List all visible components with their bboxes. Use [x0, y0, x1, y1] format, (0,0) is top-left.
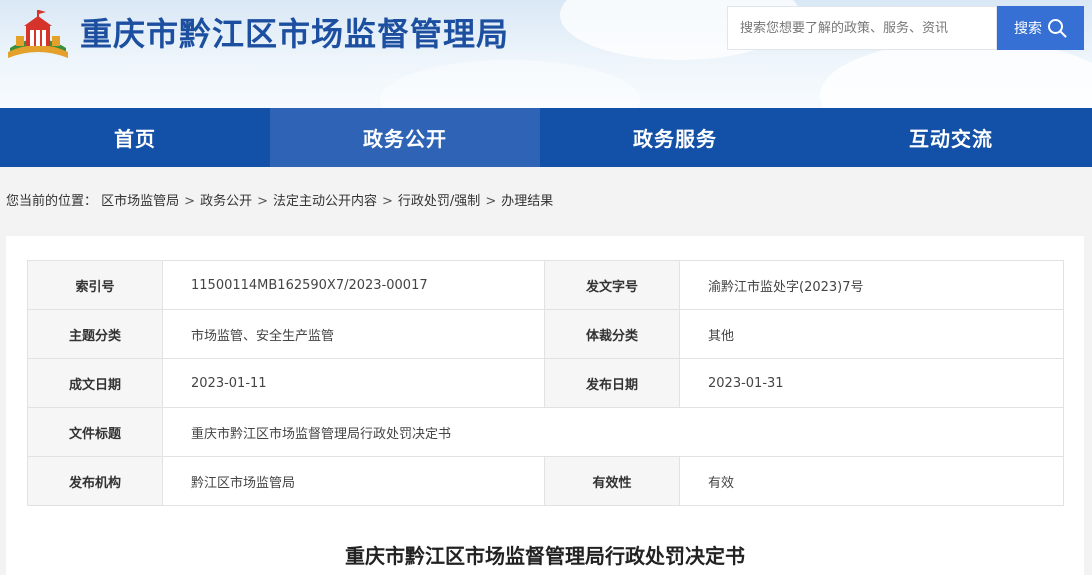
meta-value-published: 2023-01-31: [679, 358, 1064, 408]
meta-label: 成文日期: [27, 358, 163, 408]
main-nav: 首页 政务公开 政务服务 互动交流: [0, 108, 1092, 167]
search-button-label: 搜索: [1014, 21, 1042, 37]
breadcrumb-item[interactable]: 办理结果: [501, 194, 553, 209]
breadcrumb-separator: >: [257, 194, 268, 209]
meta-label: 体裁分类: [544, 309, 680, 359]
document-metadata-table: 索引号 11500114MB162590X7/2023-00017 发文字号 渝…: [27, 260, 1064, 506]
breadcrumb-item[interactable]: 政务公开: [200, 194, 252, 209]
breadcrumb-item[interactable]: 行政处罚/强制: [398, 194, 480, 209]
search-input[interactable]: [728, 7, 996, 49]
nav-item-interaction[interactable]: 互动交流: [810, 108, 1092, 167]
nav-item-home[interactable]: 首页: [0, 108, 270, 167]
nav-item-government-services[interactable]: 政务服务: [540, 108, 810, 167]
meta-value-issuer: 黔江区市场监管局: [162, 456, 545, 506]
breadcrumb-item[interactable]: 法定主动公开内容: [273, 194, 377, 209]
meta-value-subject: 市场监管、安全生产监管: [162, 309, 545, 359]
meta-label: 文件标题: [27, 407, 163, 457]
site-title[interactable]: 重庆市黔江区市场监督管理局: [80, 12, 509, 56]
table-row: 发布机构 黔江区市场监管局 有效性 有效: [27, 456, 1064, 506]
meta-label: 发布日期: [544, 358, 680, 408]
site-header: 重庆市黔江区市场监督管理局 搜索: [0, 0, 1092, 108]
document-title: 重庆市黔江区市场监督管理局行政处罚决定书: [345, 544, 745, 568]
meta-value-doc-no: 渝黔江市监处字(2023)7号: [679, 260, 1064, 310]
meta-label: 主题分类: [27, 309, 163, 359]
nav-item-government-affairs[interactable]: 政务公开: [270, 108, 540, 167]
meta-label: 索引号: [27, 260, 163, 310]
meta-label: 有效性: [544, 456, 680, 506]
government-building-logo[interactable]: [6, 8, 70, 60]
meta-value-validity: 有效: [679, 456, 1064, 506]
breadcrumb-item[interactable]: 区市场监管局: [101, 194, 179, 209]
table-row: 文件标题 重庆市黔江区市场监督管理局行政处罚决定书: [27, 407, 1064, 457]
meta-value-title: 重庆市黔江区市场监督管理局行政处罚决定书: [162, 407, 1064, 457]
content-panel: 索引号 11500114MB162590X7/2023-00017 发文字号 渝…: [6, 236, 1084, 575]
breadcrumb-separator: >: [184, 194, 196, 209]
meta-value-genre: 其他: [679, 309, 1064, 359]
breadcrumb-separator: >: [485, 194, 497, 209]
table-row: 索引号 11500114MB162590X7/2023-00017 发文字号 渝…: [27, 260, 1064, 310]
search-icon: [1048, 19, 1067, 38]
meta-value-created: 2023-01-11: [162, 358, 545, 408]
breadcrumb: 您当前的位置： 区市场监管局 > 政务公开 > 法定主动公开内容 > 行政处罚/强制 > 办理结…: [6, 193, 553, 211]
cloud-decoration: [380, 60, 640, 108]
cloud-decoration: [820, 40, 1092, 108]
search-button[interactable]: 搜索: [997, 6, 1084, 50]
table-row: 成文日期 2023-01-11 发布日期 2023-01-31: [27, 358, 1064, 408]
meta-label: 发文字号: [544, 260, 680, 310]
table-row: 主题分类 市场监管、安全生产监管 体裁分类 其他: [27, 309, 1064, 359]
meta-label: 发布机构: [27, 456, 163, 506]
search-box: [727, 6, 997, 50]
meta-value-index-no: 11500114MB162590X7/2023-00017: [162, 260, 545, 310]
breadcrumb-prefix: 您当前的位置：: [6, 194, 98, 209]
breadcrumb-separator: >: [382, 194, 393, 209]
